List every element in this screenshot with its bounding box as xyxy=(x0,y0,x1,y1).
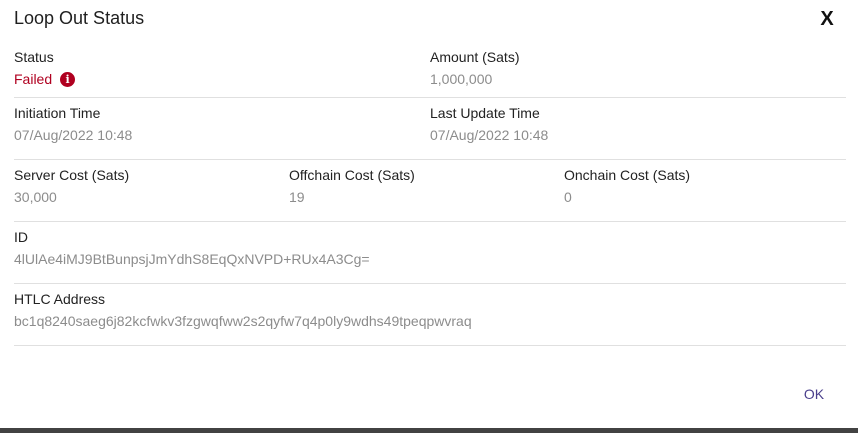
htlc-address-row: HTLC Address bc1q8240saeg6j82kcfwkv3fzgw… xyxy=(14,284,846,346)
status-field: Status Failed i xyxy=(14,48,430,97)
htlc-address-label: HTLC Address xyxy=(14,291,106,307)
status-text: Failed xyxy=(14,71,53,87)
initiation-time-label: Initiation Time xyxy=(14,105,101,121)
server-cost-label: Server Cost (Sats) xyxy=(14,167,130,183)
bottom-divider xyxy=(0,428,858,433)
info-icon[interactable]: i xyxy=(60,71,76,87)
initiation-time-value: 07/Aug/2022 10:48 xyxy=(14,127,133,143)
id-field: ID 4lUlAe4iMJ9BtBunpsjJmYdhS8EqQxNVPD+RU… xyxy=(14,228,846,283)
initiation-time-field: Initiation Time 07/Aug/2022 10:48 xyxy=(14,104,430,159)
onchain-cost-field: Onchain Cost (Sats) 0 xyxy=(564,166,839,221)
last-update-time-value: 07/Aug/2022 10:48 xyxy=(430,127,549,143)
status-amount-row: Status Failed i Amount (Sats) 1,000,000 xyxy=(14,42,846,98)
htlc-address-field: HTLC Address bc1q8240saeg6j82kcfwkv3fzgw… xyxy=(14,290,846,345)
time-row: Initiation Time 07/Aug/2022 10:48 Last U… xyxy=(14,98,846,160)
amount-label: Amount (Sats) xyxy=(430,49,520,65)
offchain-cost-value: 19 xyxy=(289,189,305,205)
dialog-content: Status Failed i Amount (Sats) 1,000,000 … xyxy=(14,42,846,346)
close-button[interactable]: X xyxy=(817,8,837,30)
loop-out-status-dialog: Loop Out Status X Status Failed i Amount… xyxy=(0,0,858,433)
id-row: ID 4lUlAe4iMJ9BtBunpsjJmYdhS8EqQxNVPD+RU… xyxy=(14,222,846,284)
server-cost-value: 30,000 xyxy=(14,189,57,205)
ok-button[interactable]: OK xyxy=(796,382,832,406)
amount-value: 1,000,000 xyxy=(430,71,493,87)
status-value: Failed i xyxy=(14,70,430,88)
dialog-title: Loop Out Status xyxy=(14,8,145,28)
onchain-cost-value: 0 xyxy=(564,189,572,205)
cost-row: Server Cost (Sats) 30,000 Offchain Cost … xyxy=(14,160,846,222)
server-cost-field: Server Cost (Sats) 30,000 xyxy=(14,166,289,221)
id-value: 4lUlAe4iMJ9BtBunpsjJmYdhS8EqQxNVPD+RUx4A… xyxy=(14,251,370,267)
amount-field: Amount (Sats) 1,000,000 xyxy=(430,48,846,97)
status-label: Status xyxy=(14,49,54,65)
id-label: ID xyxy=(14,229,28,245)
offchain-cost-field: Offchain Cost (Sats) 19 xyxy=(289,166,564,221)
last-update-time-field: Last Update Time 07/Aug/2022 10:48 xyxy=(430,104,846,159)
last-update-time-label: Last Update Time xyxy=(430,105,540,121)
onchain-cost-label: Onchain Cost (Sats) xyxy=(564,167,691,183)
htlc-address-value: bc1q8240saeg6j82kcfwkv3fzgwqfww2s2qyfw7q… xyxy=(14,313,472,329)
offchain-cost-label: Offchain Cost (Sats) xyxy=(289,167,415,183)
